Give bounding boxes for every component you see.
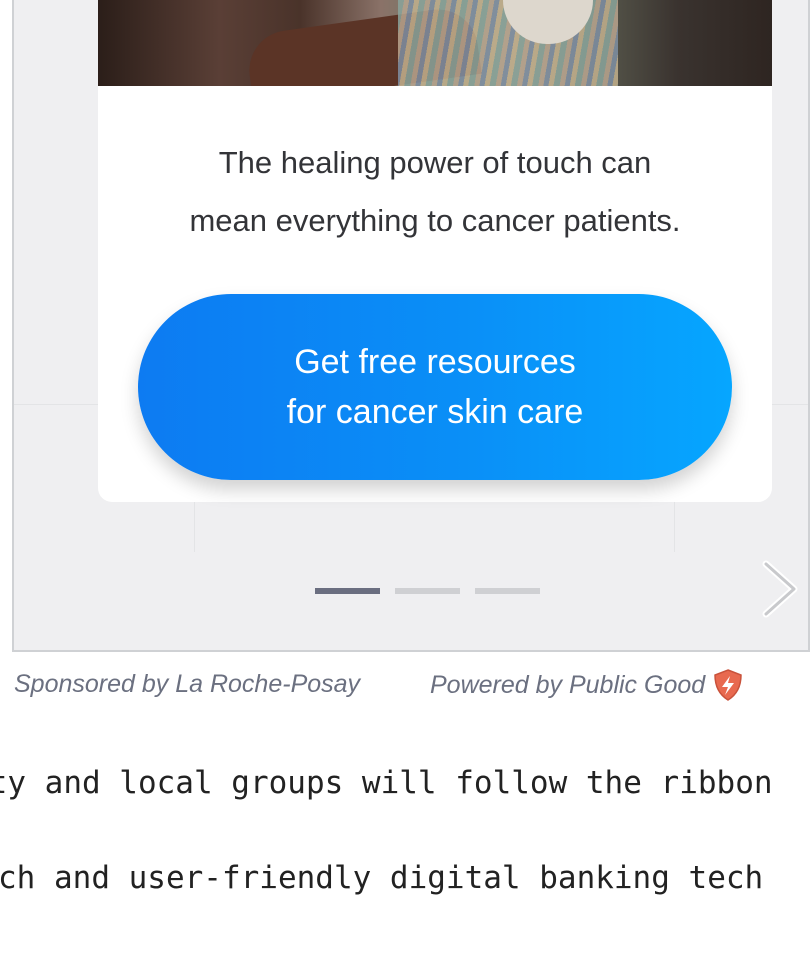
ad-headline-line1: The healing power of touch can [218, 145, 652, 180]
article-text-line: ity and local groups will follow the rib… [0, 765, 773, 801]
get-resources-button[interactable]: Get free resources for cancer skin care [138, 294, 732, 480]
ad-headline: The healing power of touch can mean ever… [98, 134, 772, 250]
sponsored-by-label: Sponsored by La Roche-Posay [14, 670, 361, 698]
ad-photo [98, 0, 772, 86]
background-line [772, 404, 808, 405]
ad-headline-line2: mean everything to cancer patients. [189, 203, 681, 238]
ad-card: The healing power of touch can mean ever… [98, 0, 772, 502]
background-line [674, 502, 675, 552]
powered-by-link[interactable]: Powered by Public Good [430, 668, 745, 702]
carousel-dot[interactable] [475, 588, 540, 594]
chevron-right-icon[interactable] [760, 560, 800, 618]
public-good-shield-icon [714, 669, 742, 701]
powered-by-label: Powered by Public Good [430, 671, 706, 699]
background-line [14, 404, 98, 405]
ad-widget: The healing power of touch can mean ever… [12, 0, 810, 652]
carousel-dot[interactable] [315, 588, 380, 594]
background-line [194, 502, 195, 552]
cta-label-line2: for cancer skin care [286, 393, 584, 431]
carousel-dot[interactable] [395, 588, 460, 594]
article-text-line: ch and user-friendly digital banking tec… [0, 860, 764, 896]
cta-label-line1: Get free resources [294, 343, 576, 381]
